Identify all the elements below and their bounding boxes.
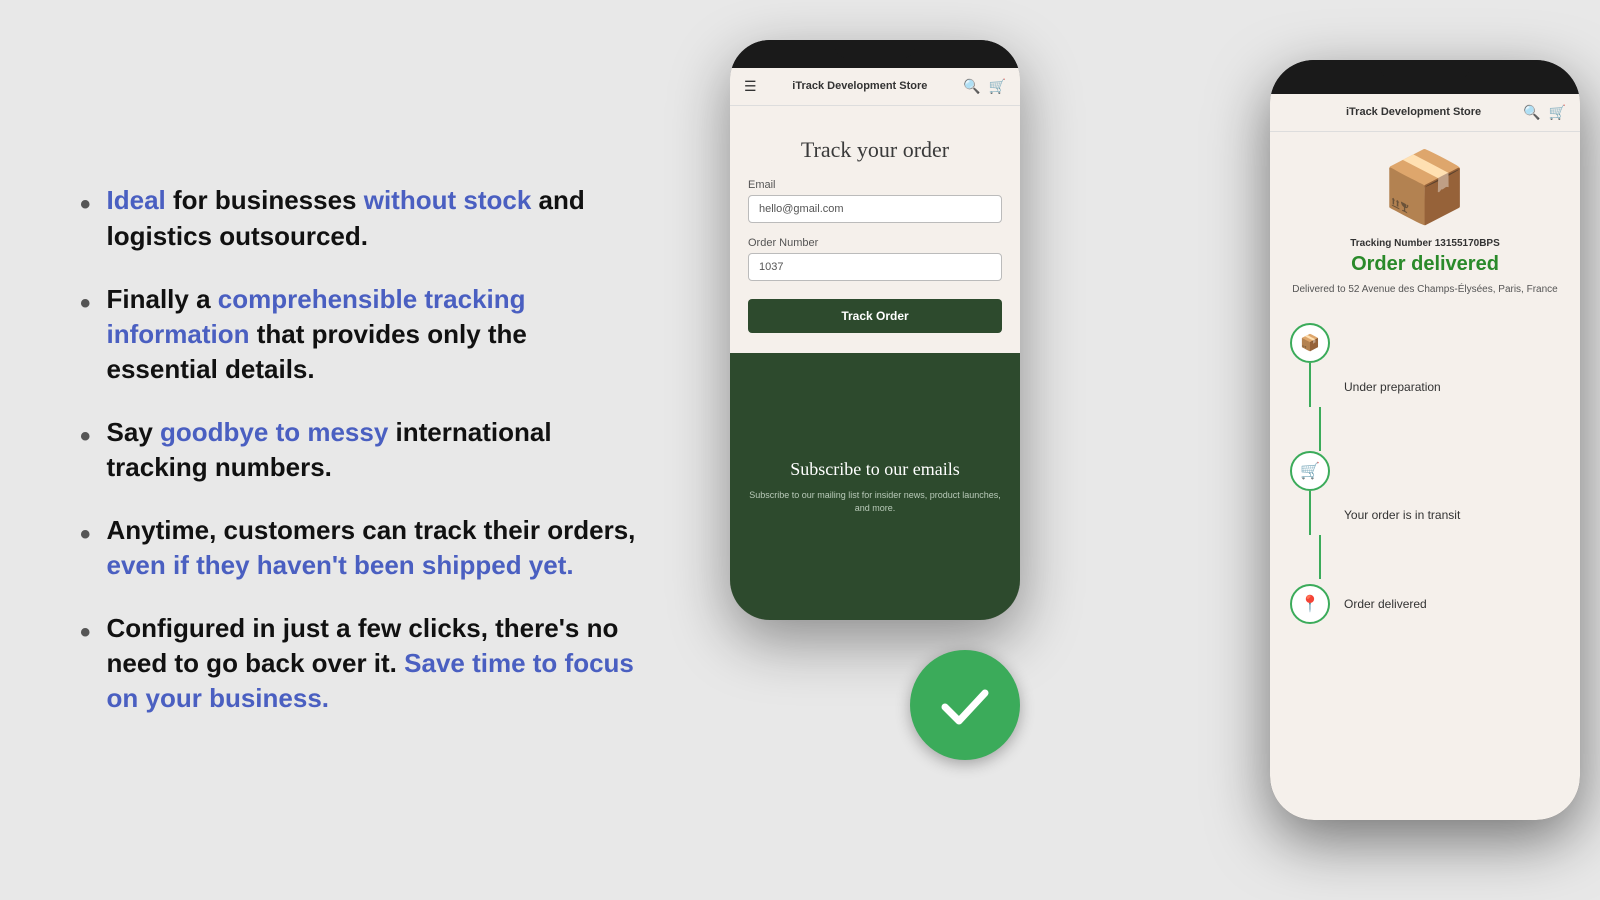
highlight-shipped: even if they haven't been shipped yet. xyxy=(107,550,574,580)
subscribe-title: Subscribe to our emails xyxy=(746,458,1004,481)
cart-icon-front[interactable]: 🛒 xyxy=(1549,104,1566,121)
step-icon-col-3: 📍 xyxy=(1290,584,1330,624)
bullet-item-4: • Anytime, customers can track their ord… xyxy=(80,513,640,583)
email-input[interactable]: hello@gmail.com xyxy=(748,195,1002,223)
phone-screen-back: ☰ iTrack Development Store 🔍 🛒 Track you… xyxy=(730,68,1020,620)
bullet-dot: • xyxy=(80,613,91,654)
bullet-dot: • xyxy=(80,185,91,226)
checkmark-icon xyxy=(935,675,995,735)
phone-front-header: iTrack Development Store 🔍 🛒 xyxy=(1270,94,1580,132)
email-label: Email xyxy=(748,179,1002,191)
tracking-info: Tracking Number 13155170BPS Order delive… xyxy=(1270,232,1580,307)
track-title: Track your order xyxy=(748,136,1002,165)
step-delivered: 📍 Order delivered xyxy=(1290,579,1560,629)
bullet-item-2: • Finally a comprehensible tracking info… xyxy=(80,282,640,387)
step-label-2: Your order is in transit xyxy=(1344,508,1460,522)
step-label-3: Order delivered xyxy=(1344,597,1427,611)
phone-back-header: ☰ iTrack Development Store 🔍 🛒 xyxy=(730,68,1020,106)
subscribe-section: Subscribe to our emails Subscribe to our… xyxy=(730,353,1020,620)
track-form: Track your order Email hello@gmail.com O… xyxy=(730,106,1020,353)
bullet-text-5: Configured in just a few clicks, there's… xyxy=(107,611,640,716)
highlight-without-stock: without stock xyxy=(364,185,532,215)
feature-list: • Ideal for businesses without stock and… xyxy=(80,183,640,716)
step-icon-delivered: 📍 xyxy=(1290,584,1330,624)
cart-icon[interactable]: 🛒 xyxy=(989,78,1006,95)
search-icon[interactable]: 🔍 xyxy=(963,78,980,95)
step-icon-preparation: 📦 xyxy=(1290,323,1330,363)
right-panel: ☰ iTrack Development Store 🔍 🛒 Track you… xyxy=(700,0,1600,900)
bullet-item-3: • Say goodbye to messy international tra… xyxy=(80,415,640,485)
tracking-steps: 📦 Under preparation 🛒 Your order is in t… xyxy=(1270,307,1580,645)
order-status: Order delivered xyxy=(1290,253,1560,276)
step-icon-col-1: 📦 xyxy=(1290,323,1330,451)
phone-screen-front: iTrack Development Store 🔍 🛒 📦 Tracking … xyxy=(1270,94,1580,820)
store-logo-back: iTrack Development Store xyxy=(757,79,964,93)
bullet-text-3: Say goodbye to messy international track… xyxy=(107,415,640,485)
step-icon-transit: 🛒 xyxy=(1290,451,1330,491)
phone-back-notch xyxy=(730,40,1020,68)
bullet-text-4: Anytime, customers can track their order… xyxy=(107,513,640,583)
track-order-button[interactable]: Track Order xyxy=(748,299,1002,333)
step-transit: 🛒 Your order is in transit xyxy=(1290,451,1560,579)
step-icon-col-2: 🛒 xyxy=(1290,451,1330,579)
order-number-label: Order Number xyxy=(748,237,1002,249)
search-icon-front[interactable]: 🔍 xyxy=(1523,104,1540,121)
phone-back: ☰ iTrack Development Store 🔍 🛒 Track you… xyxy=(730,40,1020,620)
step-row-2: 🛒 Your order is in transit xyxy=(1290,451,1560,579)
left-panel: • Ideal for businesses without stock and… xyxy=(0,123,700,776)
step-label-1: Under preparation xyxy=(1344,380,1441,394)
subscribe-text: Subscribe to our mailing list for inside… xyxy=(746,489,1004,514)
bullet-text-2: Finally a comprehensible tracking inform… xyxy=(107,282,640,387)
phone-front: iTrack Development Store 🔍 🛒 📦 Tracking … xyxy=(1270,60,1580,820)
bullet-dot: • xyxy=(80,417,91,458)
order-number-group: Order Number 1037 xyxy=(748,237,1002,281)
package-display: 📦 xyxy=(1270,132,1580,232)
step-connector-2 xyxy=(1309,491,1311,535)
bullet-text-1: Ideal for businesses without stock and l… xyxy=(107,183,640,253)
bullet-item-1: • Ideal for businesses without stock and… xyxy=(80,183,640,253)
highlight-goodbye: goodbye to messy xyxy=(160,417,388,447)
store-logo-front: iTrack Development Store xyxy=(1304,105,1523,119)
step-row-1: 📦 Under preparation xyxy=(1290,323,1560,451)
bullet-dot: • xyxy=(80,284,91,325)
hamburger-icon[interactable]: ☰ xyxy=(744,78,757,95)
highlight-ideal: Ideal xyxy=(107,185,166,215)
bullet-dot: • xyxy=(80,515,91,556)
order-number-input[interactable]: 1037 xyxy=(748,253,1002,281)
email-group: Email hello@gmail.com xyxy=(748,179,1002,223)
bullet-item-5: • Configured in just a few clicks, there… xyxy=(80,611,640,716)
package-icon: 📦 xyxy=(1280,152,1570,222)
tracking-number: Tracking Number 13155170BPS xyxy=(1290,238,1560,249)
step-row-3: 📍 Order delivered xyxy=(1290,579,1560,629)
phone-front-notch xyxy=(1270,60,1580,94)
checkmark-badge xyxy=(910,650,1020,760)
step-connector-1 xyxy=(1309,363,1311,407)
step-preparation: 📦 Under preparation xyxy=(1290,323,1560,451)
delivery-address: Delivered to 52 Avenue des Champs-Élysée… xyxy=(1290,282,1560,297)
